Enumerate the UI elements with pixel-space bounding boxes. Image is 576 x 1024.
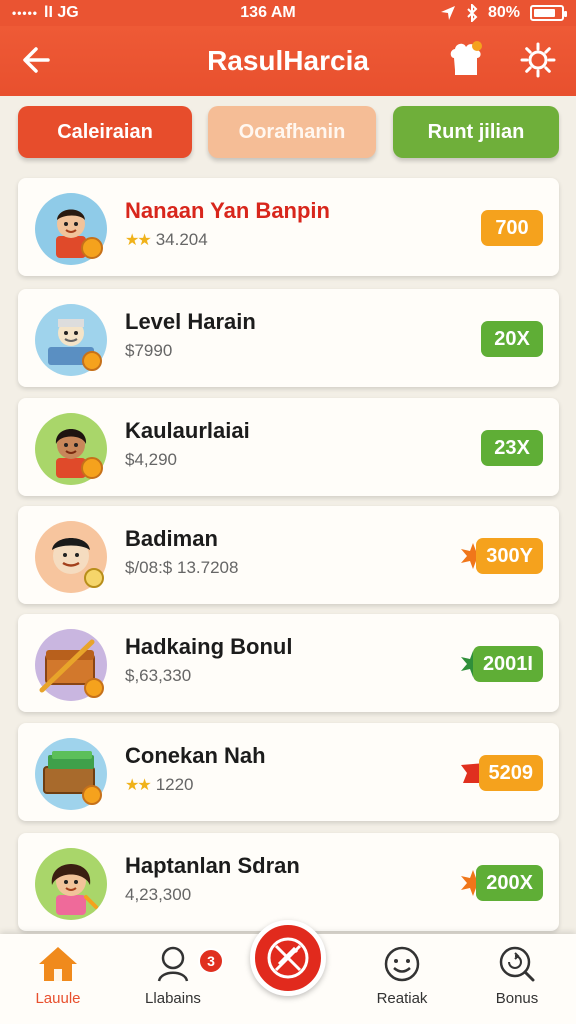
item-value: $,63,330 <box>125 666 192 685</box>
list-item[interactable]: Level Harain $7990 20X <box>18 289 559 387</box>
settings-button[interactable] <box>518 40 558 80</box>
man-avatar-icon <box>34 520 108 594</box>
boy-avatar-icon <box>34 192 108 266</box>
person-icon <box>157 946 189 982</box>
status-bar: ••••• lI JG 136 AM 80% <box>0 0 576 26</box>
list-item[interactable]: Nanaan Yan Banpin ★★ 34.204 700 <box>18 178 559 276</box>
status-time: 136 AM <box>240 4 296 21</box>
tab-calendar[interactable]: Caleiraian <box>18 106 192 158</box>
item-rating: ★★ 1220 <box>125 775 194 794</box>
bluetooth-icon <box>467 4 478 22</box>
cashier-avatar-icon <box>34 303 108 377</box>
item-value: $4,290 <box>125 450 177 469</box>
category-tabs: Caleiraian Oorafhanin Runt jilian <box>0 106 576 162</box>
score-badge: 2001I <box>472 646 543 682</box>
item-name: Hadkaing Bonul <box>125 634 293 659</box>
battery-percent: 80% <box>487 4 520 21</box>
tab-runtime[interactable]: Runt jilian <box>393 106 559 158</box>
signal-indicator: ••••• <box>12 6 39 20</box>
girl-avatar-icon <box>34 412 108 486</box>
carrier-label: lI JG <box>44 4 79 21</box>
chef-hat-icon <box>450 41 482 75</box>
stars-icon: ★★ <box>125 232 152 249</box>
nav-feedback[interactable]: Reatiak <box>357 944 447 1020</box>
tab-overview[interactable]: Oorafhanin <box>208 106 376 158</box>
score-badge: 700 <box>481 210 543 246</box>
compass-icon <box>267 937 309 979</box>
list-item[interactable]: Kaulaurlaiai $4,290 23X <box>18 398 559 496</box>
item-name: Kaulaurlaiai <box>125 418 250 443</box>
nav-leaders-label: Llabains <box>145 990 201 1007</box>
back-arrow-icon <box>23 47 50 73</box>
list-item[interactable]: Hadkaing Bonul $,63,330 2001I <box>18 614 559 712</box>
nav-bonus-label: Bonus <box>495 990 539 1007</box>
page-title: RasulHarcia <box>207 45 369 76</box>
nav-home[interactable]: Lauule <box>13 944 103 1020</box>
nav-feedback-label: Reatiak <box>376 990 428 1007</box>
score-badge: 5209 <box>478 755 543 791</box>
item-value: 4,23,300 <box>125 885 192 904</box>
home-icon <box>39 947 77 981</box>
nav-bonus[interactable]: Bonus <box>472 944 562 1020</box>
location-icon <box>440 6 455 20</box>
battery-icon <box>530 5 567 21</box>
item-name: Conekan Nah <box>125 743 266 768</box>
list-item[interactable]: Conekan Nah ★★ 1220 5209 <box>18 723 559 821</box>
item-name: Nanaan Yan Banpin <box>125 198 330 223</box>
chef-hat-button[interactable] <box>444 38 488 82</box>
kid-avatar-icon <box>34 847 108 921</box>
score-badge: 20X <box>481 321 543 357</box>
item-value: $7990 <box>125 341 173 360</box>
list-item[interactable]: Badiman $/08:$ 13.7208 300Y <box>18 506 559 604</box>
app-header: RasulHarcia <box>0 26 576 96</box>
score-badge: 200X <box>476 865 543 901</box>
notification-badge: 3 <box>198 948 224 974</box>
item-value: $/08:$ 13.7208 <box>125 558 239 577</box>
back-button[interactable] <box>18 40 58 80</box>
smiley-icon <box>384 946 420 982</box>
list-item[interactable]: Haptanlan Sdran 4,23,300 200X <box>18 833 559 931</box>
nav-leaders[interactable]: Llabains 3 <box>128 944 224 1020</box>
item-name: Haptanlan Sdran <box>125 853 300 878</box>
score-badge: 300Y <box>476 538 543 574</box>
stars-icon: ★★ <box>125 777 152 794</box>
chest-avatar-icon <box>34 628 108 702</box>
search-refresh-icon <box>499 946 535 982</box>
center-action-button[interactable] <box>250 920 326 996</box>
item-name: Level Harain <box>125 309 256 334</box>
nav-home-label: Lauule <box>35 990 81 1007</box>
item-rating: ★★ 34.204 <box>125 230 208 249</box>
item-name: Badiman <box>125 526 218 551</box>
gear-icon <box>520 42 556 78</box>
money-box-avatar-icon <box>34 737 108 811</box>
score-badge: 23X <box>481 430 543 466</box>
